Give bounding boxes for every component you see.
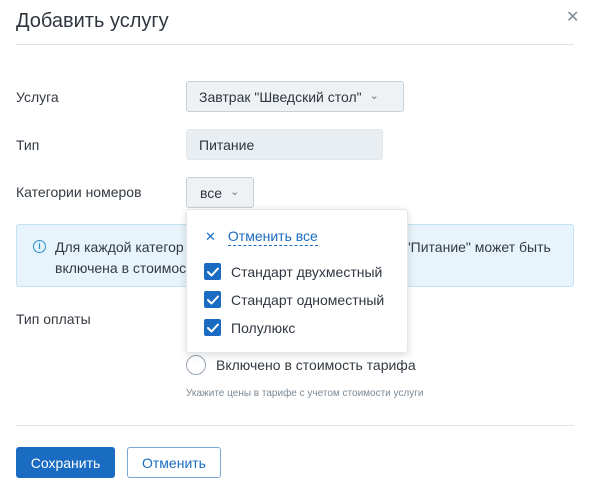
service-select-value: Завтрак "Шведский стол" (199, 88, 362, 105)
checkbox-checked[interactable] (204, 263, 221, 280)
info-line2-start: включена в стоимос (55, 260, 187, 276)
dialog-title: Добавить услугу (16, 10, 169, 32)
cancel-all-label: Отменить все (227, 228, 318, 246)
room-categories-dropdown: ✕ Отменить все Стандарт двухместный Стан… (186, 209, 408, 353)
room-categories-select[interactable]: все ⌄ (186, 177, 254, 208)
info-icon: i (33, 240, 46, 253)
cancel-all-link[interactable]: ✕ Отменить все (205, 228, 318, 246)
category-option-label: Стандарт одноместный (231, 291, 385, 308)
payment-option-label: Включено в стоимость тарифа (216, 357, 416, 373)
close-icon[interactable]: ✕ (566, 7, 579, 27)
info-line1-start: Для каждой категор (55, 239, 184, 255)
room-categories-label: Категории номеров (16, 184, 142, 200)
category-option[interactable]: Полулюкс (204, 319, 295, 336)
service-select[interactable]: Завтрак "Шведский стол" ⌄ (186, 81, 404, 112)
type-field: Питание (186, 129, 383, 160)
checkbox-checked[interactable] (204, 291, 221, 308)
category-option-label: Стандарт двухместный (231, 263, 383, 280)
type-label: Тип (16, 137, 40, 153)
info-line1-end: "Питание" может быть (405, 239, 551, 255)
close-icon: ✕ (205, 229, 216, 244)
payment-type-label: Тип оплаты (16, 311, 91, 327)
category-option[interactable]: Стандарт двухместный (204, 263, 382, 280)
type-field-value: Питание (199, 136, 255, 153)
chevron-down-icon: ⌄ (230, 186, 240, 198)
payment-hint: Укажите цены в тарифе с учетом стоимости… (186, 388, 424, 399)
header-divider (16, 44, 574, 45)
category-option-label: Полулюкс (231, 319, 296, 336)
save-button[interactable]: Сохранить (16, 447, 115, 478)
payment-option-included[interactable]: Включено в стоимость тарифа (186, 355, 416, 375)
room-categories-value: все (200, 184, 223, 201)
radio-button[interactable] (186, 355, 206, 375)
service-label: Услуга (16, 89, 59, 105)
chevron-down-icon: ⌄ (369, 90, 379, 102)
checkbox-checked[interactable] (204, 319, 221, 336)
cancel-button[interactable]: Отменить (127, 447, 221, 478)
footer-divider (16, 425, 574, 426)
category-option[interactable]: Стандарт одноместный (204, 291, 384, 308)
